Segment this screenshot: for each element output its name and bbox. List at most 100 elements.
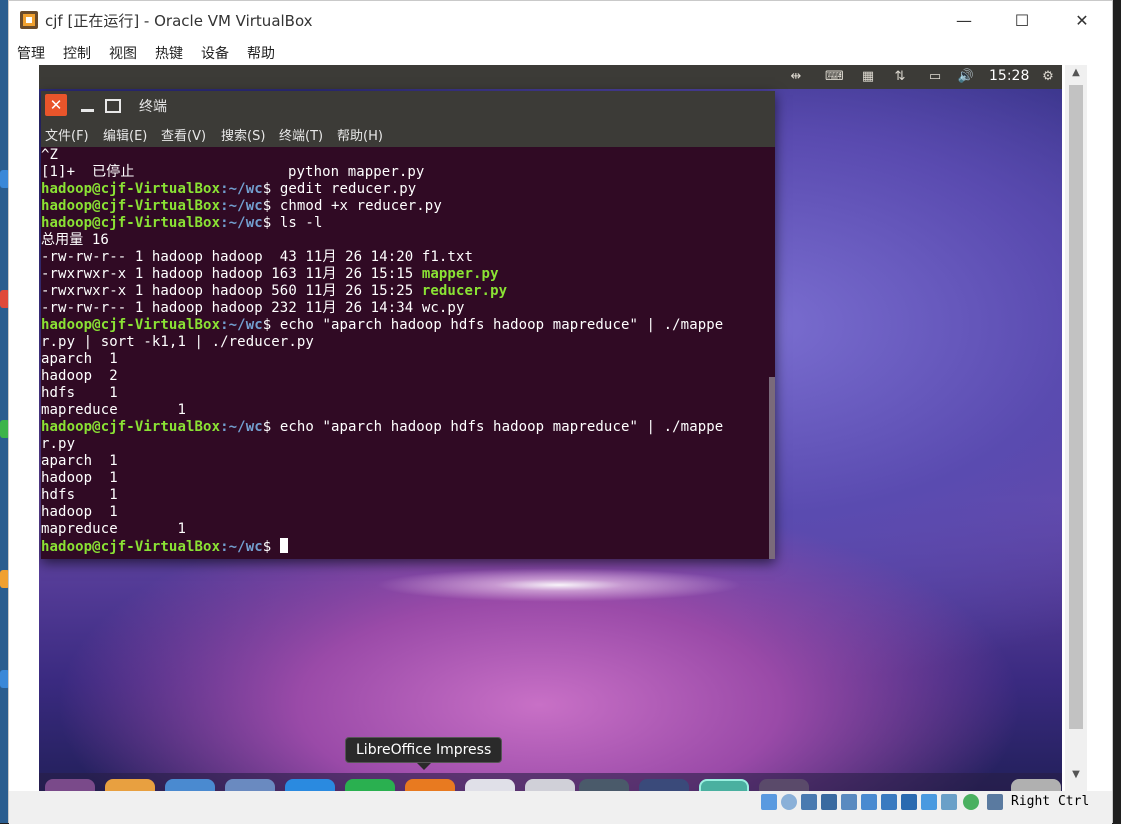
terminal-menu-terminal[interactable]: 终端(T) bbox=[279, 125, 323, 144]
prompt-path: :~/wc bbox=[220, 181, 263, 197]
terminal-close-button[interactable]: ✕ bbox=[45, 94, 67, 116]
mouse-integration-icon[interactable] bbox=[963, 794, 979, 810]
terminal-line: [1]+ 已停止 python mapper.py bbox=[41, 164, 425, 180]
terminal-dock-icon[interactable] bbox=[579, 779, 629, 791]
minimize-button[interactable]: — bbox=[935, 1, 993, 39]
menu-devices[interactable]: 设备 bbox=[201, 43, 229, 63]
virtualbox-window: cjf [正在运行] - Oracle VM VirtualBox — ☐ ✕ … bbox=[8, 0, 1113, 824]
files-icon[interactable] bbox=[105, 779, 155, 791]
dock-tooltip: LibreOffice Impress bbox=[345, 737, 503, 763]
guest-dock bbox=[39, 773, 1062, 791]
terminal-line: hadoop 1 bbox=[41, 504, 118, 520]
prompt-user: hadoop@cjf-VirtualBox bbox=[41, 215, 221, 231]
terminal-scrollbar[interactable] bbox=[769, 147, 775, 559]
terminal-line: hdfs 1 bbox=[41, 385, 118, 401]
terminal-menu-file[interactable]: 文件(F) bbox=[45, 125, 89, 144]
terminal-line: hdfs 1 bbox=[41, 487, 118, 503]
dock-launcher-icon[interactable] bbox=[45, 779, 95, 791]
dock-app-icon[interactable] bbox=[699, 779, 749, 791]
window-title: cjf [正在运行] - Oracle VM VirtualBox bbox=[45, 12, 313, 30]
terminal-prompt-line: hadoop@cjf-VirtualBox:~/wc$ bbox=[41, 538, 288, 555]
storage-icon[interactable] bbox=[761, 794, 777, 810]
terminal-window[interactable]: ✕ 终端 文件(F) 编辑(E) 查看(V) 搜索(S) 终端(T) 帮助(H)… bbox=[41, 91, 775, 559]
terminal-line: r.py bbox=[41, 436, 76, 452]
terminal-line: -rwxrwxr-x 1 hadoop hadoop 163 11月 26 15… bbox=[41, 266, 499, 283]
menu-view[interactable]: 视图 bbox=[109, 43, 137, 63]
command-text: $ ls -l bbox=[262, 215, 323, 231]
battery-icon[interactable]: ▭ bbox=[923, 69, 947, 85]
cpu-icon[interactable] bbox=[941, 794, 957, 810]
dock-app-icon[interactable] bbox=[759, 779, 809, 791]
scroll-down-icon[interactable]: ▼ bbox=[1065, 769, 1087, 785]
terminal-prompt-line: hadoop@cjf-VirtualBox:~/wc$ echo "aparch… bbox=[41, 419, 723, 436]
executable-filename: reducer.py bbox=[421, 283, 508, 299]
calendar-icon[interactable]: ▦ bbox=[859, 69, 877, 85]
vm-display[interactable]: ⇹ ⌨ ▦ ⇅ ▭ 🔊 15:28 ⚙ ✕ 终端 文件(F) 编辑(E) 查看(… bbox=[39, 65, 1062, 791]
terminal-title: 终端 bbox=[139, 99, 167, 115]
command-text: $ echo "aparch hadoop hdfs hadoop mapred… bbox=[262, 419, 724, 435]
prompt-user: hadoop@cjf-VirtualBox bbox=[41, 419, 221, 435]
terminal-output[interactable]: ^Z [1]+ 已停止 python mapper.py hadoop@cjf-… bbox=[41, 147, 767, 559]
keyboard-icon[interactable]: ⌨ bbox=[825, 69, 844, 85]
gear-icon[interactable]: ⚙ bbox=[1039, 69, 1057, 85]
terminal-line: -rw-rw-r-- 1 hadoop hadoop 232 11月 26 14… bbox=[41, 300, 465, 316]
ls-entry-meta: -rwxrwxr-x 1 hadoop hadoop 163 11月 26 15… bbox=[41, 266, 422, 282]
menu-control[interactable]: 控制 bbox=[63, 43, 91, 63]
prompt-path: :~/wc bbox=[220, 215, 263, 231]
network-adapter-icon[interactable] bbox=[821, 794, 837, 810]
terminal-line: mapreduce 1 bbox=[41, 402, 186, 418]
terminal-titlebar[interactable]: ✕ 终端 bbox=[41, 91, 775, 119]
writer-icon[interactable] bbox=[285, 779, 335, 791]
menu-manage[interactable]: 管理 bbox=[17, 43, 45, 63]
terminal-line: -rwxrwxr-x 1 hadoop hadoop 560 11月 26 15… bbox=[41, 283, 507, 300]
terminal-menubar: 文件(F) 编辑(E) 查看(V) 搜索(S) 终端(T) 帮助(H) bbox=[41, 119, 775, 147]
maximize-button[interactable]: ☐ bbox=[993, 1, 1051, 39]
terminal-menu-help[interactable]: 帮助(H) bbox=[337, 125, 383, 144]
calc-icon[interactable] bbox=[345, 779, 395, 791]
dock-app-icon[interactable] bbox=[639, 779, 689, 791]
dock-app-icon[interactable] bbox=[465, 779, 515, 791]
terminal-minimize-button[interactable] bbox=[77, 94, 99, 116]
browser-icon[interactable] bbox=[165, 779, 215, 791]
scrollbar-thumb[interactable] bbox=[1069, 85, 1083, 729]
vbox-statusbar: Right Ctrl bbox=[9, 791, 1112, 824]
window-titlebar[interactable]: cjf [正在运行] - Oracle VM VirtualBox — ☐ ✕ bbox=[9, 1, 1112, 39]
terminal-menu-search[interactable]: 搜索(S) bbox=[221, 125, 265, 144]
terminal-scrollbar-thumb[interactable] bbox=[769, 377, 775, 559]
command-text: $ gedit reducer.py bbox=[262, 181, 417, 197]
audio-icon[interactable] bbox=[801, 794, 817, 810]
host-key-icon[interactable] bbox=[987, 794, 1003, 810]
usb-icon[interactable] bbox=[841, 794, 857, 810]
terminal-menu-view[interactable]: 查看(V) bbox=[161, 125, 206, 144]
terminal-line: hadoop 2 bbox=[41, 368, 118, 384]
close-button[interactable]: ✕ bbox=[1053, 1, 1111, 39]
optical-drive-icon[interactable] bbox=[781, 794, 797, 810]
virtualization-icon[interactable] bbox=[921, 794, 937, 810]
dock-app-icon[interactable] bbox=[525, 779, 575, 791]
menu-hotkeys[interactable]: 热键 bbox=[155, 43, 183, 63]
host-key-label: Right Ctrl bbox=[1011, 794, 1090, 809]
command-text: $ bbox=[262, 539, 280, 555]
terminal-line: 总用量 16 bbox=[41, 232, 109, 248]
prompt-path: :~/wc bbox=[220, 198, 263, 214]
impress-icon[interactable] bbox=[405, 779, 455, 791]
transfer-icon[interactable]: ⇅ bbox=[891, 69, 909, 85]
video-capture-icon[interactable] bbox=[901, 794, 917, 810]
shared-folders-icon[interactable] bbox=[861, 794, 877, 810]
terminal-prompt-line: hadoop@cjf-VirtualBox:~/wc$ ls -l bbox=[41, 215, 322, 232]
prompt-user: hadoop@cjf-VirtualBox bbox=[41, 317, 221, 333]
prompt-path: :~/wc bbox=[220, 317, 263, 333]
display-icon[interactable] bbox=[881, 794, 897, 810]
minimize-icon: — bbox=[956, 10, 972, 30]
dock-app-icon[interactable] bbox=[225, 779, 275, 791]
trash-icon[interactable] bbox=[1011, 779, 1061, 791]
scroll-up-icon[interactable]: ▲ bbox=[1065, 67, 1087, 83]
terminal-maximize-button[interactable] bbox=[101, 94, 123, 116]
volume-icon[interactable]: 🔊 bbox=[957, 69, 975, 85]
clock[interactable]: 15:28 bbox=[989, 68, 1029, 84]
terminal-line: r.py | sort -k1,1 | ./reducer.py bbox=[41, 334, 314, 350]
terminal-menu-edit[interactable]: 编辑(E) bbox=[103, 125, 147, 144]
menu-help[interactable]: 帮助 bbox=[247, 43, 275, 63]
vbox-vertical-scrollbar[interactable]: ▲ ▼ bbox=[1065, 65, 1087, 791]
network-icon[interactable]: ⇹ bbox=[787, 69, 805, 85]
